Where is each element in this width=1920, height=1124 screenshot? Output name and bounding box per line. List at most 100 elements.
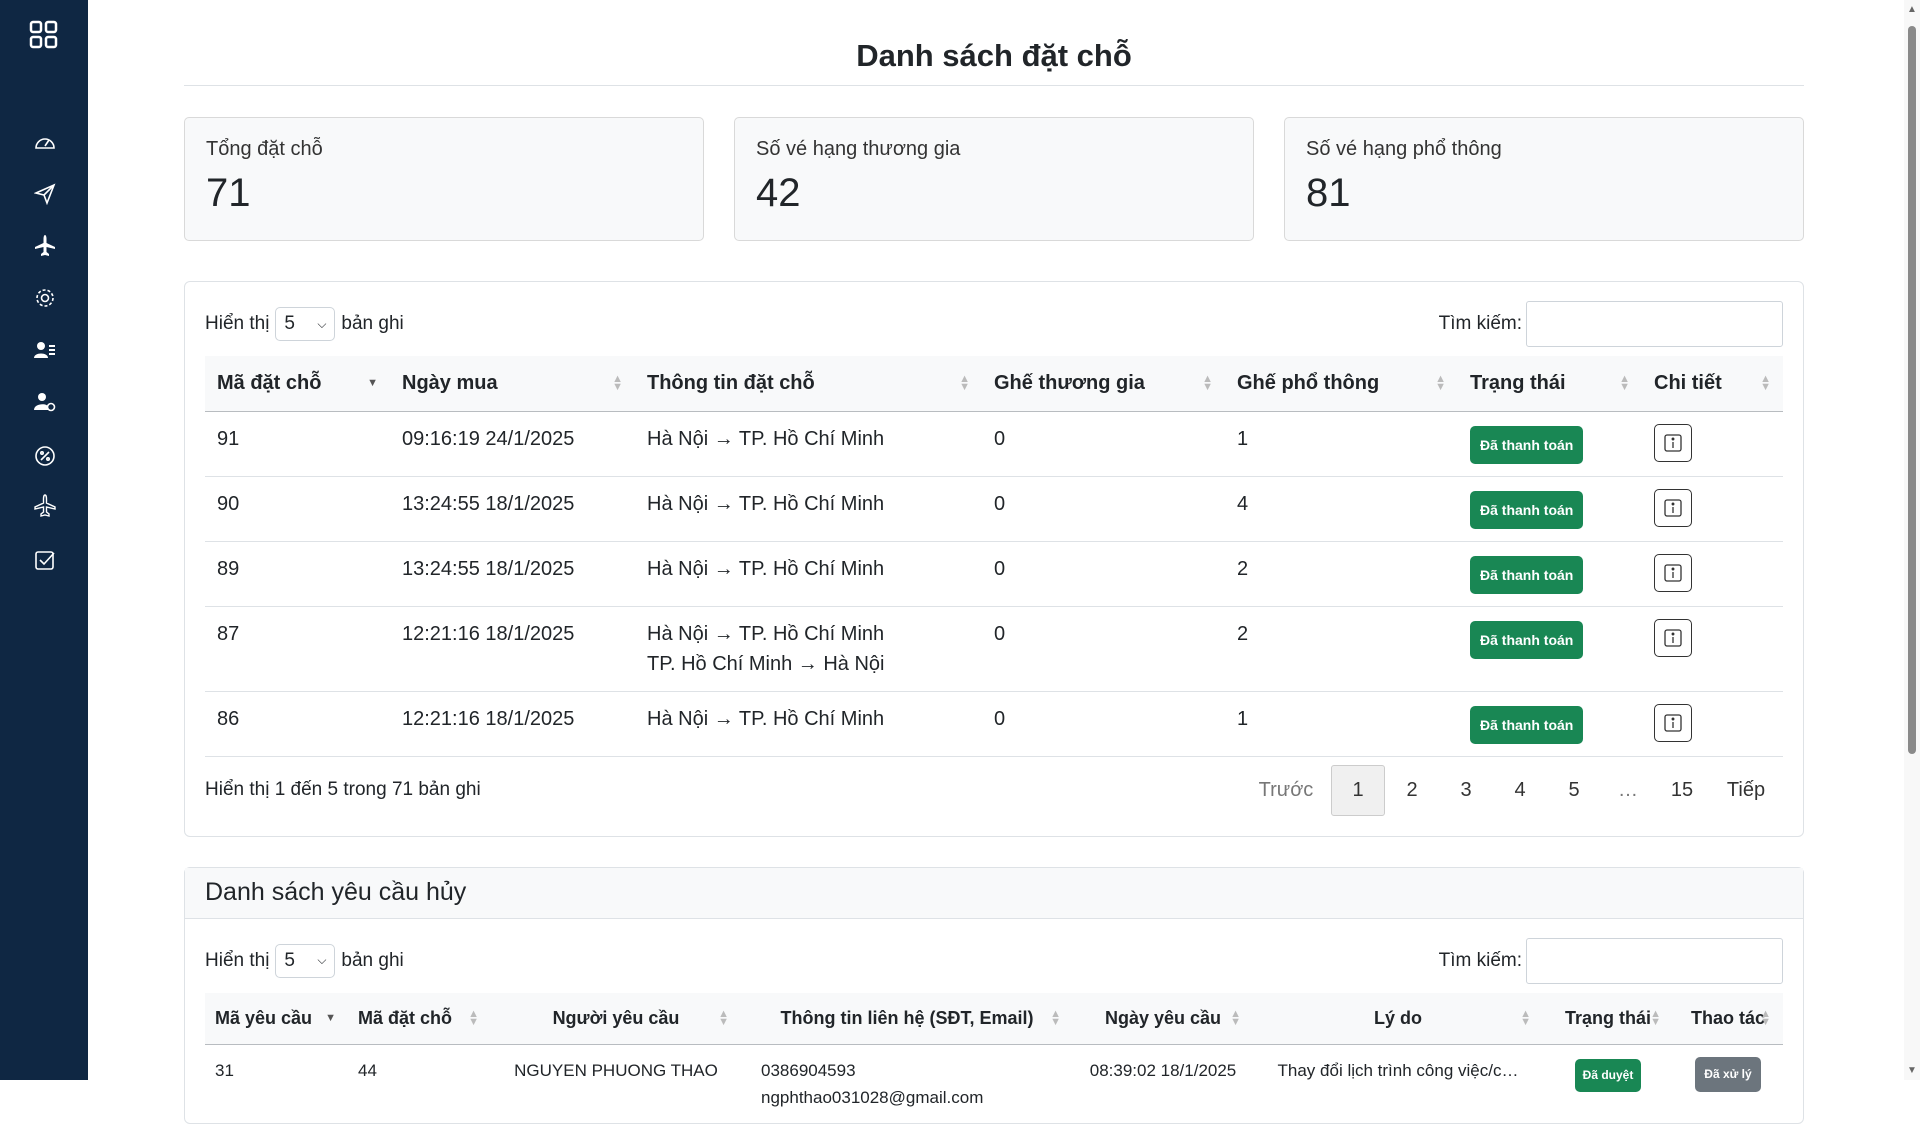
cell-request-date: 08:39:02 18/1/2025 bbox=[1073, 1045, 1253, 1124]
grid-icon[interactable] bbox=[29, 20, 59, 50]
cell-route: Hà Nội → TP. Hồ Chí Minh bbox=[635, 691, 982, 756]
cell-detail bbox=[1642, 476, 1783, 541]
sort-icon: ▲▼ bbox=[1435, 375, 1446, 391]
sort-desc-icon: ▼ bbox=[367, 379, 378, 387]
airplane-icon[interactable] bbox=[33, 234, 57, 258]
airplane-outline-icon[interactable] bbox=[33, 494, 57, 518]
cancellations-table: Mã yêu cầu▼ Mã đặt chỗ▲▼ Người yêu cầu▲▼… bbox=[205, 993, 1783, 1124]
col-booking-id[interactable]: Mã đặt chỗ▼ bbox=[205, 356, 390, 411]
pagination-page[interactable]: 1 bbox=[1331, 765, 1385, 816]
search-control: Tìm kiếm: bbox=[1439, 301, 1783, 347]
chevron-down-icon: ⌵ bbox=[317, 953, 326, 968]
cell-status: Đã thanh toán bbox=[1458, 411, 1642, 476]
pagination-next[interactable]: Tiếp bbox=[1709, 766, 1783, 815]
sort-icon: ▲▼ bbox=[1760, 375, 1771, 391]
stat-value: 81 bbox=[1306, 171, 1782, 216]
stat-value: 42 bbox=[756, 171, 1232, 216]
stat-card-business: Số vé hạng thương gia 42 bbox=[734, 117, 1254, 241]
table-row: 86 12:21:16 18/1/2025 Hà Nội → TP. Hồ Ch… bbox=[205, 691, 1783, 756]
col-detail[interactable]: Chi tiết▲▼ bbox=[1642, 356, 1783, 411]
table-row: 91 09:16:19 24/1/2025 Hà Nội → TP. Hồ Ch… bbox=[205, 411, 1783, 476]
scrollbar[interactable]: ▲ ▼ bbox=[1904, 0, 1920, 1080]
info-icon[interactable] bbox=[1654, 619, 1692, 657]
pagination-page[interactable]: 5 bbox=[1547, 766, 1601, 815]
user-gear-icon[interactable] bbox=[33, 390, 57, 414]
pagination-prev[interactable]: Trước bbox=[1241, 766, 1331, 815]
cell-contact: 0386904593 ngphthao031028@gmail.com bbox=[741, 1045, 1073, 1124]
pagination-page[interactable]: 15 bbox=[1655, 766, 1709, 815]
cell-economy: 1 bbox=[1225, 691, 1458, 756]
info-icon[interactable] bbox=[1654, 489, 1692, 527]
pagination-page[interactable]: 3 bbox=[1439, 766, 1493, 815]
col-requester[interactable]: Người yêu cầu▲▼ bbox=[491, 993, 741, 1045]
sort-icon: ▲▼ bbox=[612, 375, 623, 391]
col-business-seats[interactable]: Ghế thương gia▲▼ bbox=[982, 356, 1225, 411]
col-action[interactable]: Thao tác▲▼ bbox=[1673, 993, 1783, 1045]
cell-route: Hà Nội → TP. Hồ Chí Minh bbox=[635, 541, 982, 606]
search-input[interactable] bbox=[1526, 938, 1783, 984]
col-reason[interactable]: Lý do▲▼ bbox=[1253, 993, 1543, 1045]
scroll-down-icon[interactable]: ▼ bbox=[1907, 1065, 1917, 1076]
sidebar bbox=[0, 0, 88, 1080]
cell-economy: 2 bbox=[1225, 606, 1458, 691]
cell-status: Đã thanh toán bbox=[1458, 476, 1642, 541]
bookings-table: Mã đặt chỗ▼ Ngày mua▲▼ Thông tin đặt chỗ… bbox=[205, 356, 1783, 757]
table-row: 89 13:24:55 18/1/2025 Hà Nội → TP. Hồ Ch… bbox=[205, 541, 1783, 606]
cell-detail bbox=[1642, 541, 1783, 606]
cell-detail bbox=[1642, 606, 1783, 691]
info-icon[interactable] bbox=[1654, 554, 1692, 592]
col-economy-seats[interactable]: Ghế phổ thông▲▼ bbox=[1225, 356, 1458, 411]
cancellations-panel: Danh sách yêu cầu hủy Hiển thị 5 ⌵ bản g… bbox=[184, 867, 1804, 1124]
cell-status: Đã thanh toán bbox=[1458, 691, 1642, 756]
cell-detail bbox=[1642, 411, 1783, 476]
page-length-value: 5 bbox=[284, 313, 295, 335]
col-status[interactable]: Trạng thái▲▼ bbox=[1543, 993, 1673, 1045]
cell-economy: 2 bbox=[1225, 541, 1458, 606]
col-request-date[interactable]: Ngày yêu cầu▲▼ bbox=[1073, 993, 1253, 1045]
cell-business: 0 bbox=[982, 691, 1225, 756]
status-badge: Đã thanh toán bbox=[1470, 556, 1583, 594]
cell-requester: NGUYEN PHUONG THAO bbox=[491, 1045, 741, 1124]
records-label: bản ghi bbox=[341, 950, 403, 972]
scrollbar-thumb[interactable] bbox=[1908, 26, 1916, 754]
pagination-page[interactable]: 2 bbox=[1385, 766, 1439, 815]
page-length-select[interactable]: 5 ⌵ bbox=[275, 307, 335, 341]
cell-booking-id: 87 bbox=[205, 606, 390, 691]
checkbox-icon[interactable] bbox=[33, 548, 57, 572]
pagination-ellipsis: … bbox=[1601, 766, 1655, 815]
sort-icon: ▲▼ bbox=[1760, 1010, 1771, 1026]
cell-purchase-date: 12:21:16 18/1/2025 bbox=[390, 691, 635, 756]
user-list-icon[interactable] bbox=[33, 338, 57, 362]
paper-plane-icon[interactable] bbox=[33, 182, 57, 206]
search-label: Tìm kiếm: bbox=[1439, 950, 1522, 972]
cell-status: Đã thanh toán bbox=[1458, 606, 1642, 691]
table-info: Hiển thị 1 đến 5 trong 71 bản ghi bbox=[205, 779, 481, 801]
dashboard-gauge-icon[interactable] bbox=[33, 131, 57, 155]
info-icon[interactable] bbox=[1654, 704, 1692, 742]
stat-label: Tổng đặt chỗ bbox=[206, 138, 682, 161]
col-booking-id[interactable]: Mã đặt chỗ▲▼ bbox=[348, 993, 491, 1045]
info-icon[interactable] bbox=[1654, 424, 1692, 462]
col-status[interactable]: Trạng thái▲▼ bbox=[1458, 356, 1642, 411]
scroll-up-icon[interactable]: ▲ bbox=[1907, 4, 1917, 15]
cell-booking-id: 90 bbox=[205, 476, 390, 541]
table-row: 87 12:21:16 18/1/2025 Hà Nội → TP. Hồ Ch… bbox=[205, 606, 1783, 691]
col-purchase-date[interactable]: Ngày mua▲▼ bbox=[390, 356, 635, 411]
sort-icon: ▲▼ bbox=[1650, 1010, 1661, 1026]
stats-row: Tổng đặt chỗ 71 Số vé hạng thương gia 42… bbox=[184, 117, 1804, 241]
pagination-page[interactable]: 4 bbox=[1493, 766, 1547, 815]
gear-icon[interactable] bbox=[33, 286, 57, 310]
col-booking-info[interactable]: Thông tin đặt chỗ▲▼ bbox=[635, 356, 982, 411]
status-badge: Đã thanh toán bbox=[1470, 491, 1583, 529]
col-request-id[interactable]: Mã yêu cầu▼ bbox=[205, 993, 348, 1045]
cell-booking-id: 89 bbox=[205, 541, 390, 606]
discount-badge-icon[interactable] bbox=[33, 444, 57, 468]
pagination: Trước 1 2 3 4 5 … 15 Tiếp bbox=[1241, 765, 1783, 816]
search-input[interactable] bbox=[1526, 301, 1783, 347]
cell-status: Đã duyệt bbox=[1543, 1045, 1673, 1124]
page-length-select[interactable]: 5 ⌵ bbox=[275, 944, 335, 978]
col-contact[interactable]: Thông tin liên hệ (SĐT, Email)▲▼ bbox=[741, 993, 1073, 1045]
cell-request-id: 31 bbox=[205, 1045, 348, 1124]
page-length-control: Hiển thị 5 ⌵ bản ghi bbox=[205, 944, 404, 978]
stat-card-economy: Số vé hạng phổ thông 81 bbox=[1284, 117, 1804, 241]
